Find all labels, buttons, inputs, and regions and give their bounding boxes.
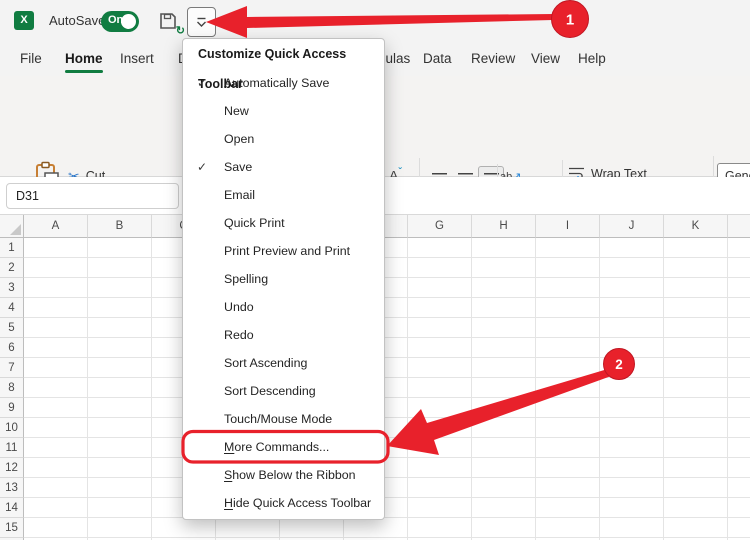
menu-item-label: Redo: [224, 321, 254, 349]
menu-item-open[interactable]: Open: [184, 125, 383, 153]
tab-home[interactable]: Home: [63, 44, 105, 76]
row-header-1[interactable]: 1: [0, 238, 24, 258]
row-header-2[interactable]: 2: [0, 258, 24, 278]
menu-item-label: Hide Quick Access Toolbar: [224, 489, 371, 517]
menu-item-label: Save: [224, 153, 252, 181]
menu-item-sort-ascending[interactable]: Sort Ascending: [184, 349, 383, 377]
tab-insert[interactable]: Insert: [118, 44, 156, 76]
menu-item-email[interactable]: Email: [184, 181, 383, 209]
row-header-5[interactable]: 5: [0, 318, 24, 338]
excel-logo-icon[interactable]: X: [14, 11, 34, 30]
menu-item-label: Show Below the Ribbon: [224, 461, 356, 489]
tab-view[interactable]: View: [529, 44, 562, 76]
row-header-8[interactable]: 8: [0, 378, 24, 398]
row-header-6[interactable]: 6: [0, 338, 24, 358]
menu-title: Customize Quick Access Toolbar: [183, 39, 384, 67]
menu-item-label: Undo: [224, 293, 254, 321]
customize-qat-button[interactable]: [187, 7, 216, 37]
menu-item-redo[interactable]: Redo: [184, 321, 383, 349]
autosave-label: AutoSave: [49, 13, 105, 28]
row-header-15[interactable]: 15: [0, 518, 24, 538]
tab-help[interactable]: Help: [576, 44, 608, 76]
menu-item-label: More Commands...: [224, 433, 329, 461]
save-button[interactable]: ↻: [158, 11, 182, 33]
menu-item-label: New: [224, 97, 249, 125]
menu-item-label: Email: [224, 181, 255, 209]
menu-item-label: Sort Descending: [224, 377, 316, 405]
menu-item-new[interactable]: New: [184, 97, 383, 125]
menu-item-undo[interactable]: Undo: [184, 293, 383, 321]
tab-file[interactable]: File: [18, 44, 44, 76]
sheet-cells[interactable]: [24, 238, 750, 540]
row-header-4[interactable]: 4: [0, 298, 24, 318]
column-header-a[interactable]: A: [24, 215, 88, 238]
column-header-b[interactable]: B: [88, 215, 152, 238]
menu-item-show-below-the-ribbon[interactable]: Show Below the Ribbon: [184, 461, 383, 489]
menu-item-touch-mouse-mode[interactable]: Touch/Mouse Mode: [184, 405, 383, 433]
row-header-10[interactable]: 10: [0, 418, 24, 438]
row-header-12[interactable]: 12: [0, 458, 24, 478]
checkmark-icon: ✓: [197, 69, 213, 97]
menu-item-label: Sort Ascending: [224, 349, 307, 377]
menu-item-more-commands[interactable]: More Commands...: [184, 433, 383, 461]
select-all-corner[interactable]: [0, 215, 24, 238]
row-header-9[interactable]: 9: [0, 398, 24, 418]
menu-item-print-preview-and-print[interactable]: Print Preview and Print: [184, 237, 383, 265]
name-box[interactable]: D31: [6, 183, 179, 209]
menu-item-label: Touch/Mouse Mode: [224, 405, 332, 433]
column-header-g[interactable]: G: [408, 215, 472, 238]
row-header-3[interactable]: 3: [0, 278, 24, 298]
tab-data[interactable]: Data: [421, 44, 454, 76]
column-header-i[interactable]: I: [536, 215, 600, 238]
tab-review[interactable]: Review: [469, 44, 517, 76]
customize-qat-menu: Customize Quick Access Toolbar ✓ Automati…: [182, 38, 385, 520]
checkmark-icon: ✓: [197, 153, 213, 181]
autosave-toggle[interactable]: On: [101, 11, 139, 32]
caret-with-line-icon: [196, 17, 207, 28]
column-header-h[interactable]: H: [472, 215, 536, 238]
menu-item-label: Spelling: [224, 265, 268, 293]
menu-item-quick-print[interactable]: Quick Print: [184, 209, 383, 237]
row-header-11[interactable]: 11: [0, 438, 24, 458]
menu-item-label: Open: [224, 125, 254, 153]
menu-item-automatically-save[interactable]: ✓ Automatically Save: [184, 69, 383, 97]
sync-arrows-icon: ↻: [176, 24, 185, 37]
menu-item-spelling[interactable]: Spelling: [184, 265, 383, 293]
row-header-14[interactable]: 14: [0, 498, 24, 518]
menu-item-hide-quick-access-toolbar[interactable]: Hide Quick Access Toolbar: [184, 489, 383, 517]
column-header-k[interactable]: K: [664, 215, 728, 238]
row-header-7[interactable]: 7: [0, 358, 24, 378]
row-header-13[interactable]: 13: [0, 478, 24, 498]
menu-item-label: Quick Print: [224, 209, 285, 237]
column-header-j[interactable]: J: [600, 215, 664, 238]
menu-item-label: Automatically Save: [224, 69, 329, 97]
menu-item-save[interactable]: ✓ Save: [184, 153, 383, 181]
menu-item-sort-descending[interactable]: Sort Descending: [184, 377, 383, 405]
toggle-knob: [121, 14, 136, 29]
column-header-l[interactable]: L: [728, 215, 750, 238]
menu-item-label: Print Preview and Print: [224, 237, 350, 265]
